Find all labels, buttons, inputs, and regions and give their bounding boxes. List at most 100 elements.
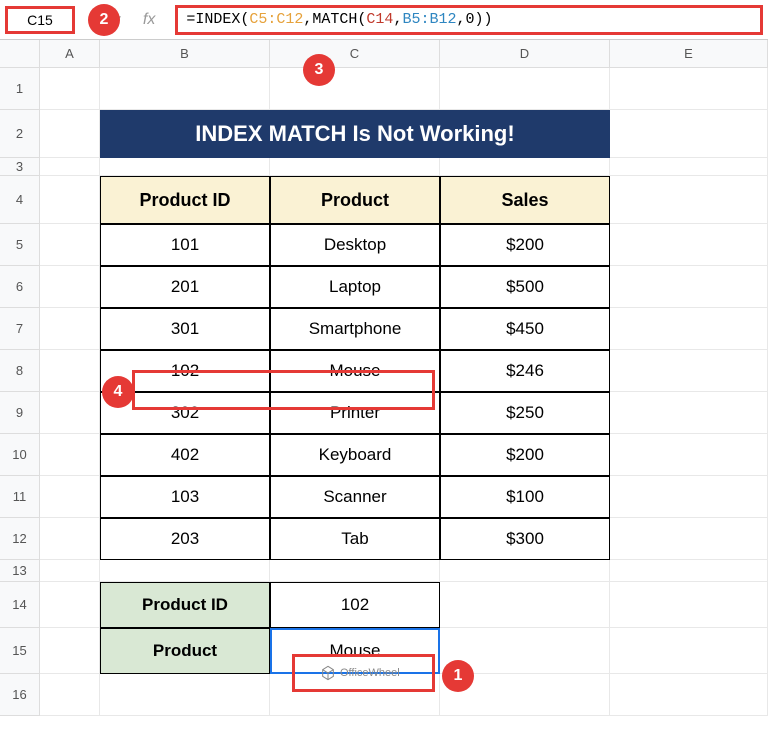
cell-b11[interactable]: 103 [100,476,270,518]
cell-d14[interactable] [440,582,610,628]
select-all-cell[interactable] [0,40,40,68]
col-header-b[interactable]: B [100,40,270,68]
logo-icon [320,665,336,681]
cell-a5[interactable] [40,224,100,266]
cell-c10[interactable]: Keyboard [270,434,440,476]
cell-c5[interactable]: Desktop [270,224,440,266]
cell-a6[interactable] [40,266,100,308]
cell-e1[interactable] [610,68,768,110]
cell-c3[interactable] [270,158,440,176]
cell-e13[interactable] [610,560,768,582]
cell-b10[interactable]: 402 [100,434,270,476]
cell-b7[interactable]: 301 [100,308,270,350]
formula-text: =INDEX( [186,11,249,28]
title-banner[interactable]: INDEX MATCH Is Not Working! [100,110,610,158]
name-box[interactable]: C15 [5,6,75,34]
cell-c13[interactable] [270,560,440,582]
cell-a12[interactable] [40,518,100,560]
row-header-6[interactable]: 6 [0,266,40,308]
col-header-d[interactable]: D [440,40,610,68]
cell-d13[interactable] [440,560,610,582]
row-header-1[interactable]: 1 [0,68,40,110]
cell-c12[interactable]: Tab [270,518,440,560]
header-sales[interactable]: Sales [440,176,610,224]
cell-a4[interactable] [40,176,100,224]
row-header-10[interactable]: 10 [0,434,40,476]
cell-d8[interactable]: $246 [440,350,610,392]
cell-a15[interactable] [40,628,100,674]
row-header-5[interactable]: 5 [0,224,40,266]
cell-e12[interactable] [610,518,768,560]
cell-d1[interactable] [440,68,610,110]
cell-e16[interactable] [610,674,768,716]
cell-e11[interactable] [610,476,768,518]
cell-a9[interactable] [40,392,100,434]
cell-b5[interactable]: 101 [100,224,270,266]
lookup-label-product[interactable]: Product [100,628,270,674]
row-header-15[interactable]: 15 [0,628,40,674]
cell-e15[interactable] [610,628,768,674]
cell-d11[interactable]: $100 [440,476,610,518]
cell-a10[interactable] [40,434,100,476]
row-header-3[interactable]: 3 [0,158,40,176]
cell-c7[interactable]: Smartphone [270,308,440,350]
cell-d9[interactable]: $250 [440,392,610,434]
cell-b3[interactable] [100,158,270,176]
cell-a8[interactable] [40,350,100,392]
cell-a3[interactable] [40,158,100,176]
cell-c6[interactable]: Laptop [270,266,440,308]
cell-c8[interactable]: Mouse [270,350,440,392]
lookup-value-id[interactable]: 102 [270,582,440,628]
cell-d12[interactable]: $300 [440,518,610,560]
cell-d7[interactable]: $450 [440,308,610,350]
cell-e5[interactable] [610,224,768,266]
cell-a2[interactable] [40,110,100,158]
cell-a14[interactable] [40,582,100,628]
row-header-7[interactable]: 7 [0,308,40,350]
col-header-c[interactable]: C [270,40,440,68]
cell-e6[interactable] [610,266,768,308]
row-header-4[interactable]: 4 [0,176,40,224]
cell-d6[interactable]: $500 [440,266,610,308]
lookup-label-id[interactable]: Product ID [100,582,270,628]
cell-d5[interactable]: $200 [440,224,610,266]
cell-c11[interactable]: Scanner [270,476,440,518]
row-header-2[interactable]: 2 [0,110,40,158]
row-header-13[interactable]: 13 [0,560,40,582]
cell-d3[interactable] [440,158,610,176]
cell-b1[interactable] [100,68,270,110]
callout-1: 1 [442,660,474,692]
cell-e8[interactable] [610,350,768,392]
cell-c1[interactable] [270,68,440,110]
cell-e14[interactable] [610,582,768,628]
cell-b12[interactable]: 203 [100,518,270,560]
col-header-e[interactable]: E [610,40,768,68]
cell-a13[interactable] [40,560,100,582]
cell-a16[interactable] [40,674,100,716]
cell-e2[interactable] [610,110,768,158]
cell-d10[interactable]: $200 [440,434,610,476]
header-product-id[interactable]: Product ID [100,176,270,224]
formula-range-1: C5:C12 [249,11,303,28]
col-header-a[interactable]: A [40,40,100,68]
row-header-16[interactable]: 16 [0,674,40,716]
cell-b13[interactable] [100,560,270,582]
row-header-8[interactable]: 8 [0,350,40,392]
cell-c9[interactable]: Printer [270,392,440,434]
cell-a1[interactable] [40,68,100,110]
formula-input[interactable]: =INDEX(C5:C12,MATCH(C14,B5:B12,0)) [175,5,763,35]
cell-e9[interactable] [610,392,768,434]
cell-e4[interactable] [610,176,768,224]
cell-e7[interactable] [610,308,768,350]
cell-e10[interactable] [610,434,768,476]
cell-e3[interactable] [610,158,768,176]
cell-a11[interactable] [40,476,100,518]
row-header-11[interactable]: 11 [0,476,40,518]
cell-a7[interactable] [40,308,100,350]
header-product[interactable]: Product [270,176,440,224]
row-header-12[interactable]: 12 [0,518,40,560]
cell-b16[interactable] [100,674,270,716]
row-header-9[interactable]: 9 [0,392,40,434]
cell-b6[interactable]: 201 [100,266,270,308]
row-header-14[interactable]: 14 [0,582,40,628]
